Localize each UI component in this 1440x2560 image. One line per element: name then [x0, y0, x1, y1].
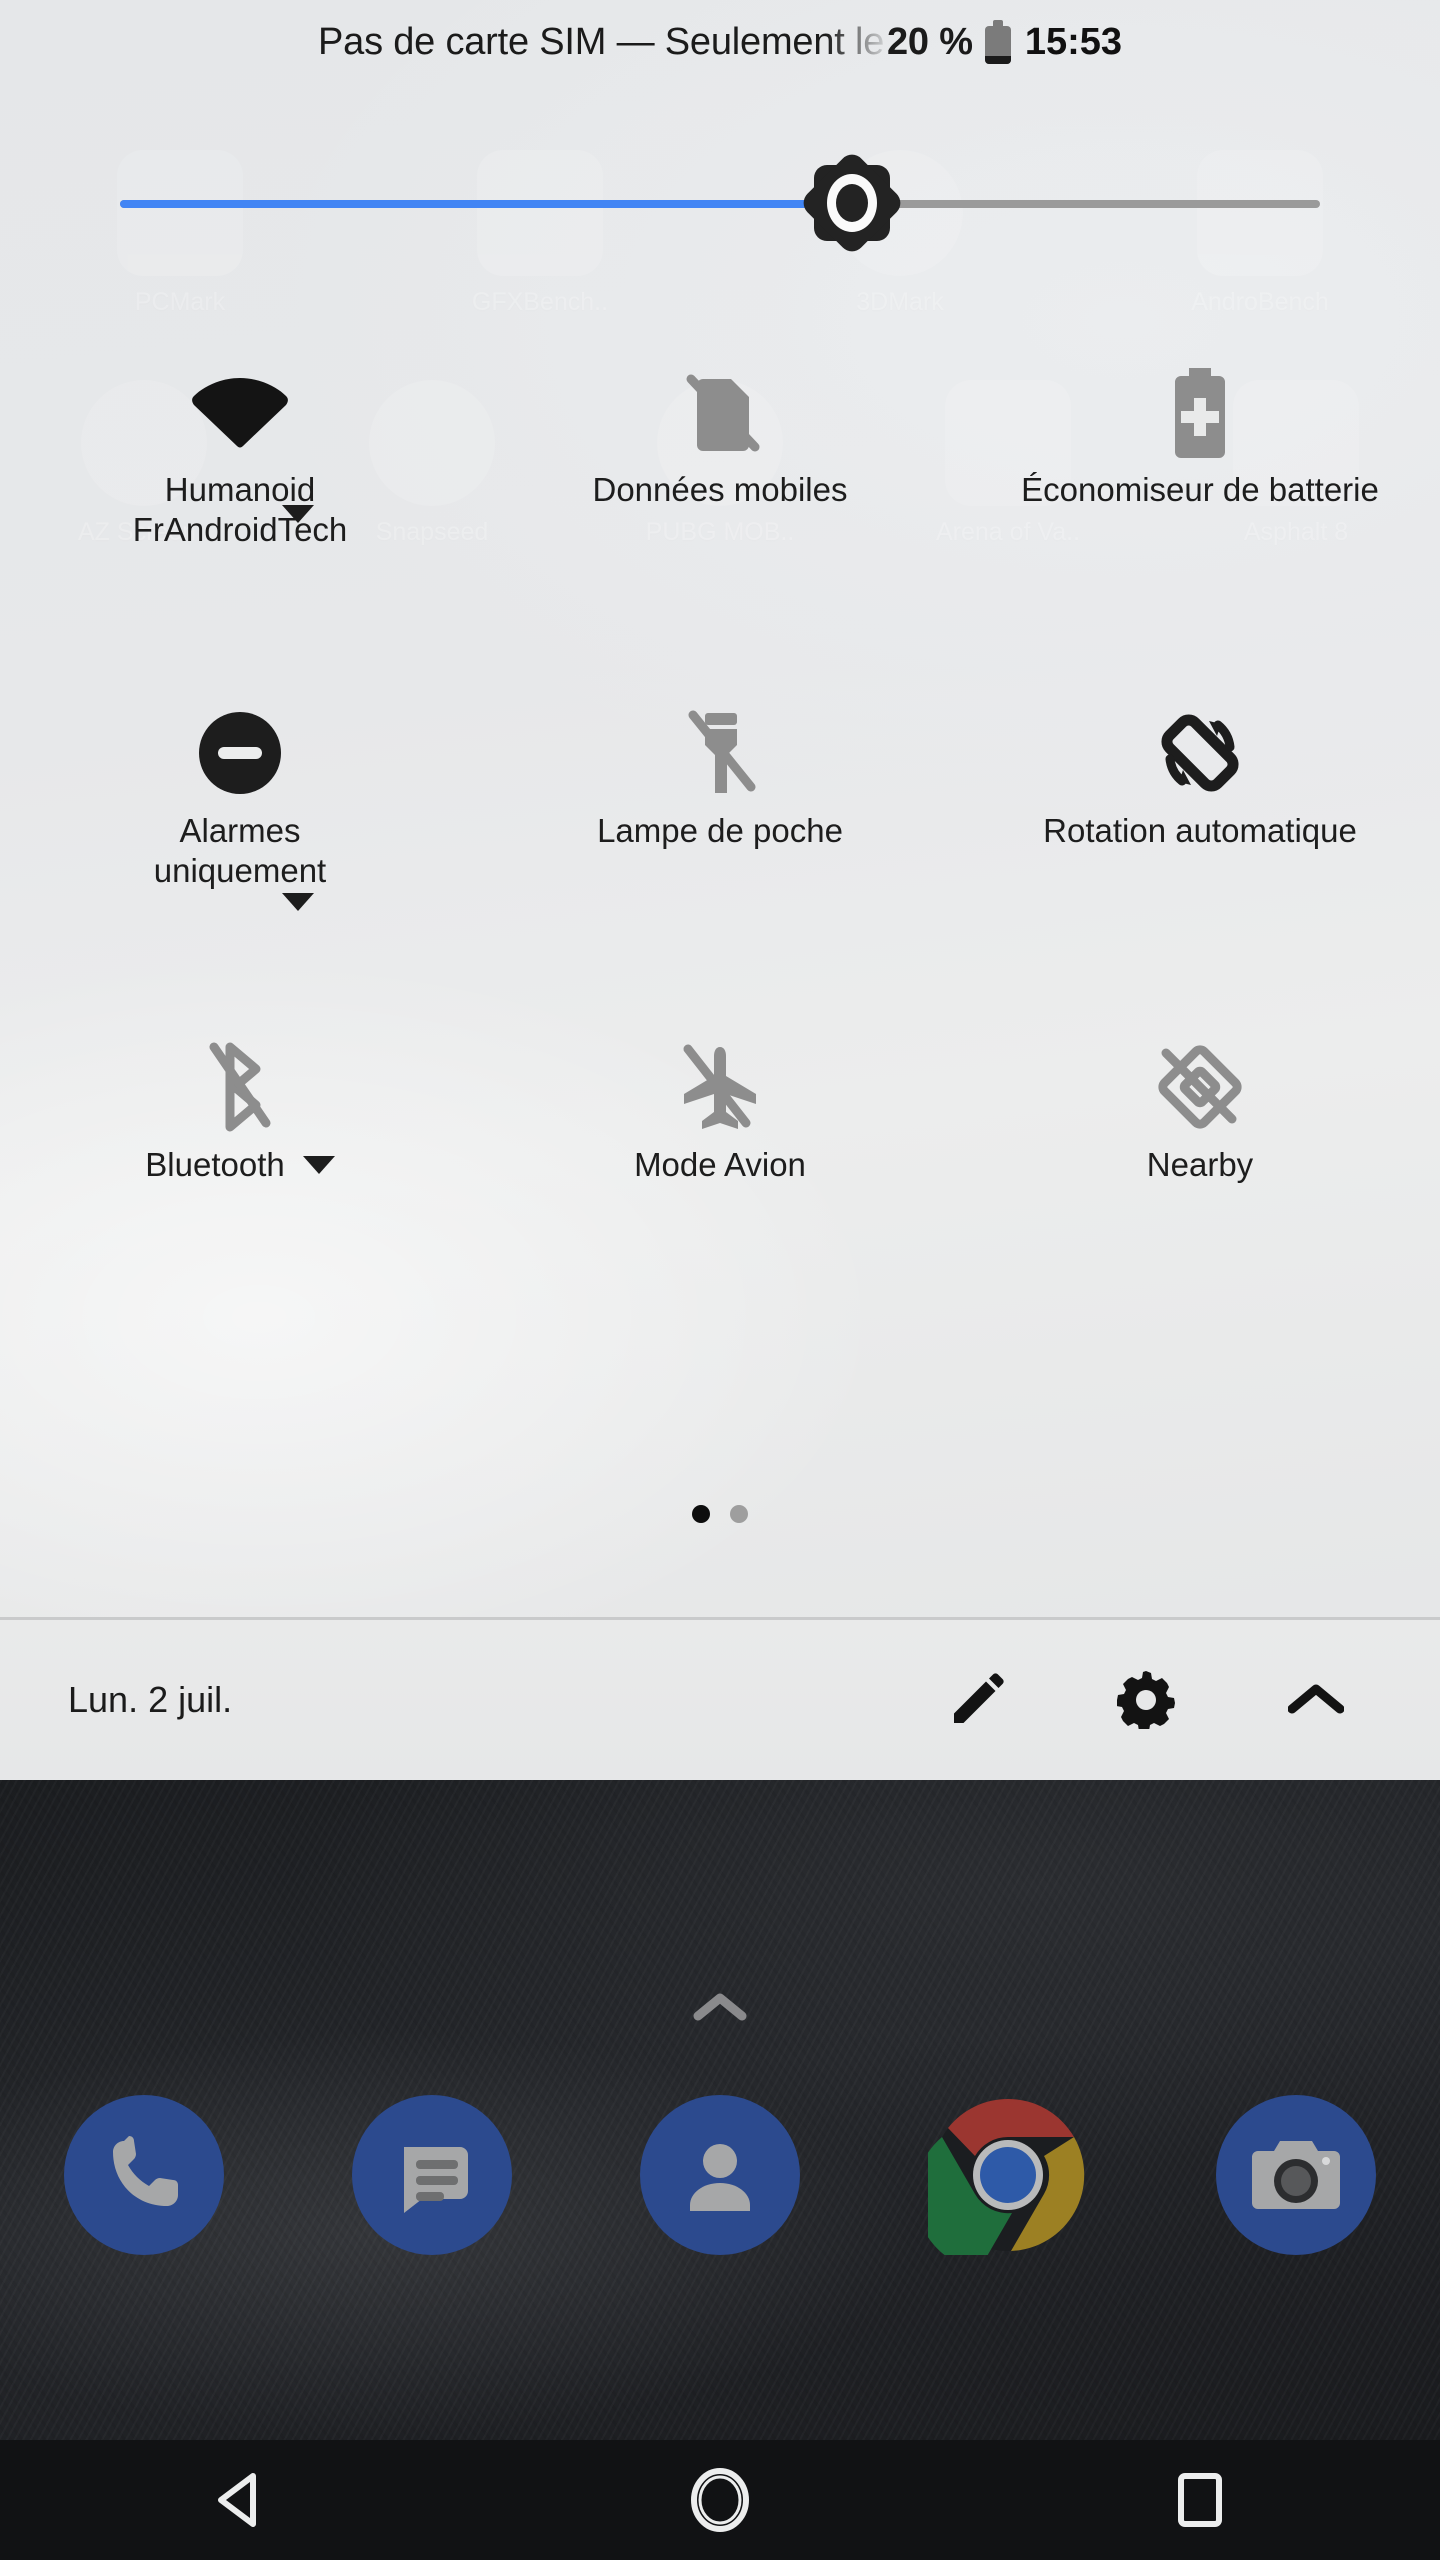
status-bar: Pas de carte SIM — Seulement le 20 % 15:…: [0, 0, 1440, 84]
quick-settings-panel: PCMark GFXBench.. 3DMark AndroBench AZ S…: [0, 0, 1440, 1780]
tile-nearby[interactable]: Nearby: [960, 1005, 1440, 1185]
dock-app-camera[interactable]: [1216, 2095, 1376, 2255]
slider-fill: [120, 200, 852, 208]
app-icon: [477, 150, 603, 276]
home-dock: [0, 2095, 1440, 2255]
app-label: AndroBench: [1191, 288, 1329, 316]
chevron-down-icon[interactable]: [282, 505, 314, 523]
quick-settings-footer: Lun. 2 juil.: [0, 1620, 1440, 1780]
chevron-down-icon[interactable]: [282, 892, 314, 911]
auto-rotate-icon: [960, 695, 1440, 811]
page-indicator: [0, 1505, 1440, 1523]
tile-bluetooth[interactable]: Bluetooth: [0, 1005, 480, 1185]
home-icon[interactable]: [660, 2440, 780, 2560]
chevron-down-icon[interactable]: [302, 1156, 335, 1175]
gear-icon[interactable]: [1117, 1671, 1175, 1729]
app-icon: [117, 150, 243, 276]
tile-label: Données mobiles: [592, 471, 848, 508]
tile-label: Économiseur de batterie: [1021, 471, 1379, 508]
navigation-bar: [0, 2440, 1440, 2560]
app-label: GFXBench..: [471, 288, 609, 316]
tile-label: Mode Avion: [634, 1146, 806, 1183]
ghost-app-row-1: PCMark GFXBench.. 3DMark AndroBench: [0, 150, 1440, 317]
brightness-sun-icon[interactable]: [798, 149, 906, 257]
chevron-up-icon[interactable]: [1288, 1682, 1344, 1718]
recents-icon[interactable]: [1140, 2440, 1260, 2560]
bluetooth-off-icon: [0, 1029, 480, 1145]
tile-label: Alarmes uniquement: [153, 811, 327, 889]
tile-auto-rotate[interactable]: Rotation automatique: [960, 671, 1440, 892]
dock-app-contacts[interactable]: [640, 2095, 800, 2255]
quick-settings-tiles: Humanoid FrAndroidTech Données mobiles É…: [0, 330, 1440, 1185]
app-drawer-chevron-up-icon[interactable]: [692, 1990, 748, 2024]
battery-percent-label: 20 %: [886, 20, 973, 63]
brightness-slider[interactable]: [120, 149, 1320, 257]
dock-app-chrome[interactable]: [928, 2095, 1088, 2255]
ghost-app: GFXBench..: [425, 150, 655, 317]
pencil-icon[interactable]: [950, 1673, 1004, 1727]
page-dot-active[interactable]: [692, 1505, 710, 1523]
tile-do-not-disturb[interactable]: Alarmes uniquement: [0, 671, 480, 911]
tile-label: Rotation automatique: [1043, 811, 1357, 849]
tile-label: Bluetooth: [0, 1145, 480, 1185]
date-label: Lun. 2 juil.: [68, 1679, 233, 1720]
carrier-label: Pas de carte SIM — Seulement le: [317, 20, 883, 63]
page-dot[interactable]: [730, 1505, 748, 1523]
app-label: 3DMark: [856, 288, 944, 316]
tile-label: Humanoid FrAndroidTech: [132, 471, 348, 549]
tile-label: Nearby: [1146, 1146, 1254, 1183]
mobile-data-off-icon: [480, 354, 960, 470]
tile-row: Bluetooth Mode Avion Nearby: [0, 1005, 1440, 1185]
clock-label: 15:53: [1024, 20, 1123, 63]
tile-mobile-data[interactable]: Données mobiles: [480, 330, 960, 551]
dock-app-messages[interactable]: [352, 2095, 512, 2255]
airplane-off-icon: [480, 1029, 960, 1145]
wifi-icon: [0, 354, 480, 470]
dock-app-phone[interactable]: [64, 2095, 224, 2255]
battery-saver-icon: [960, 354, 1440, 470]
tile-flashlight[interactable]: Lampe de poche: [480, 671, 960, 892]
ghost-app: PCMark: [65, 150, 295, 317]
tile-wifi[interactable]: Humanoid FrAndroidTech: [0, 330, 480, 551]
tile-row: Humanoid FrAndroidTech Données mobiles É…: [0, 330, 1440, 551]
nearby-off-icon: [960, 1029, 1440, 1145]
app-icon: [1197, 150, 1323, 276]
app-label: PCMark: [134, 288, 226, 316]
tile-airplane-mode[interactable]: Mode Avion: [480, 1005, 960, 1185]
ghost-app: AndroBench: [1145, 150, 1375, 317]
back-icon[interactable]: [180, 2440, 300, 2560]
tile-row: Alarmes uniquement Lampe de poche Rotati…: [0, 671, 1440, 911]
battery-low-icon: [984, 20, 1011, 64]
tile-label: Lampe de poche: [597, 811, 843, 849]
flashlight-off-icon: [480, 695, 960, 811]
tile-battery-saver[interactable]: Économiseur de batterie: [960, 330, 1440, 551]
do-not-disturb-icon: [0, 695, 480, 811]
